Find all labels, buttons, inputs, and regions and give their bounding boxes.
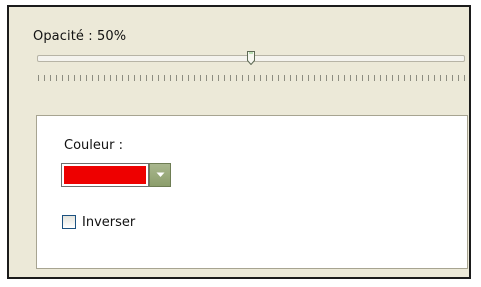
opacity-label: Opacité : 50% — [33, 29, 127, 44]
opacity-color-dialog: Opacité : 50% Couleur : Inverser — [7, 5, 471, 279]
color-dropdown-button[interactable] — [149, 163, 171, 187]
opacity-slider-ticks — [38, 75, 465, 81]
invert-checkbox[interactable] — [62, 215, 76, 229]
color-swatch[interactable] — [61, 163, 149, 187]
invert-label: Inverser — [82, 214, 136, 230]
invert-option[interactable]: Inverser — [62, 213, 135, 231]
color-label: Couleur : — [64, 138, 123, 153]
color-swatch-fill — [64, 166, 146, 184]
opacity-slider-thumb[interactable] — [247, 51, 255, 65]
chevron-down-icon — [156, 172, 164, 177]
color-picker[interactable] — [61, 163, 171, 187]
color-group-box: Couleur : Inverser — [36, 115, 468, 269]
